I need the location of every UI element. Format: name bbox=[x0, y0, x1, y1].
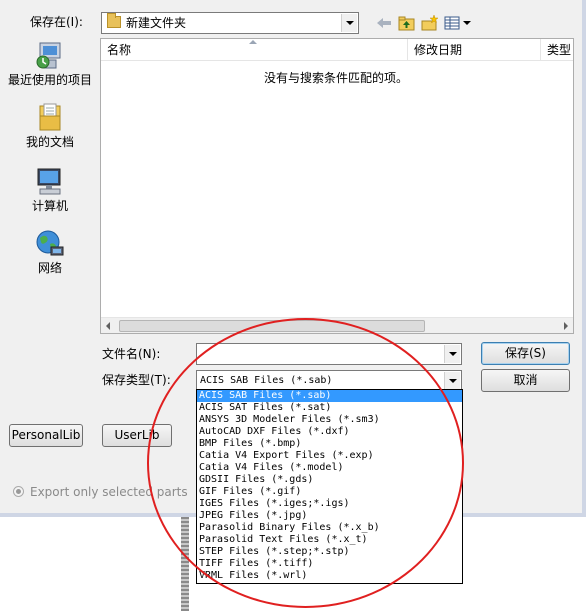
file-name-label: 文件名(N): bbox=[102, 347, 161, 361]
column-header-date[interactable]: 修改日期 bbox=[408, 39, 541, 61]
file-name-combo[interactable] bbox=[196, 343, 462, 365]
scroll-right-icon[interactable] bbox=[564, 322, 568, 330]
save-in-label: 保存在(I): bbox=[30, 15, 83, 29]
back-button[interactable] bbox=[374, 14, 394, 32]
dropdown-option[interactable]: Catia V4 Files (*.model) bbox=[197, 462, 462, 474]
dropdown-option[interactable]: ACIS SAB Files (*.sab) bbox=[197, 390, 462, 402]
dropdown-option[interactable]: Parasolid Text Files (*.x_t) bbox=[197, 534, 462, 546]
column-date-label: 修改日期 bbox=[414, 43, 463, 57]
chevron-down-icon[interactable] bbox=[444, 345, 460, 363]
save-in-combo[interactable]: 新建文件夹 bbox=[101, 12, 359, 34]
save-button[interactable]: 保存(S) bbox=[481, 342, 570, 365]
export-selected-radio[interactable] bbox=[13, 486, 24, 497]
dropdown-option[interactable]: ANSYS 3D Modeler Files (*.sm3) bbox=[197, 414, 462, 426]
sort-ascending-icon bbox=[249, 40, 257, 44]
column-name-label: 名称 bbox=[107, 43, 132, 57]
personal-lib-button[interactable]: PersonalLib bbox=[9, 424, 83, 447]
place-computer[interactable]: 计算机 bbox=[5, 166, 95, 213]
dropdown-option[interactable]: Catia V4 Export Files (*.exp) bbox=[197, 450, 462, 462]
up-folder-button[interactable] bbox=[397, 14, 417, 32]
dropdown-option[interactable]: GIF Files (*.gif) bbox=[197, 486, 462, 498]
dropdown-option[interactable]: AutoCAD DXF Files (*.dxf) bbox=[197, 426, 462, 438]
column-header-name[interactable]: 名称 bbox=[101, 39, 408, 61]
place-documents-label: 我的文档 bbox=[25, 135, 74, 149]
dropdown-option[interactable]: TIFF Files (*.tiff) bbox=[197, 558, 462, 570]
place-network[interactable]: 网络 bbox=[5, 228, 95, 275]
dropdown-option[interactable]: BMP Files (*.bmp) bbox=[197, 438, 462, 450]
place-documents[interactable]: 我的文档 bbox=[5, 102, 95, 149]
view-menu-icon bbox=[444, 16, 471, 30]
dropdown-option[interactable]: STEP Files (*.step;*.stp) bbox=[197, 546, 462, 558]
save-in-value: 新建文件夹 bbox=[126, 16, 187, 30]
file-type-dropdown-list[interactable]: ACIS SAB Files (*.sab) ACIS SAT Files (*… bbox=[196, 389, 463, 584]
network-icon bbox=[34, 228, 66, 260]
new-folder-icon bbox=[421, 14, 439, 31]
dialog-right-border bbox=[582, 0, 586, 517]
view-menu-button[interactable] bbox=[443, 14, 473, 32]
places-bar: 最近使用的项目 我的文档 计算机 网络 bbox=[5, 36, 95, 318]
column-type-label: 类型 bbox=[547, 43, 572, 57]
place-recent-items-label: 最近使用的项目 bbox=[7, 73, 92, 87]
dropdown-option[interactable]: ACIS SAT Files (*.sat) bbox=[197, 402, 462, 414]
dropdown-option[interactable]: GDSII Files (*.gds) bbox=[197, 474, 462, 486]
dropdown-option[interactable]: VRML Files (*.wrl) bbox=[197, 570, 462, 582]
documents-icon bbox=[34, 102, 66, 134]
back-arrow-icon bbox=[377, 18, 391, 28]
column-header-type[interactable]: 类型 bbox=[541, 39, 573, 61]
user-lib-button[interactable]: UserLib bbox=[102, 424, 172, 447]
recent-items-icon bbox=[34, 40, 66, 72]
export-selected-label: Export only selected parts bbox=[30, 485, 188, 499]
file-list-view[interactable]: 名称 修改日期 类型 没有与搜索条件匹配的项。 bbox=[100, 38, 574, 334]
chevron-down-icon[interactable] bbox=[444, 372, 460, 390]
dropdown-option[interactable]: JPEG Files (*.jpg) bbox=[197, 510, 462, 522]
place-recent-items[interactable]: 最近使用的项目 bbox=[5, 40, 95, 87]
scroll-left-icon[interactable] bbox=[106, 322, 110, 330]
empty-message: 没有与搜索条件匹配的项。 bbox=[264, 71, 409, 85]
scroll-thumb[interactable] bbox=[119, 320, 425, 332]
dropdown-option[interactable]: Parasolid Binary Files (*.x_b) bbox=[197, 522, 462, 534]
place-network-label: 网络 bbox=[37, 261, 62, 275]
background-strip bbox=[178, 517, 192, 611]
horizontal-scrollbar[interactable] bbox=[101, 317, 573, 333]
chevron-down-icon[interactable] bbox=[341, 14, 357, 32]
file-type-value: ACIS SAB Files (*.sab) bbox=[200, 375, 333, 386]
file-type-label: 保存类型(T): bbox=[102, 373, 171, 387]
up-folder-icon bbox=[398, 16, 415, 31]
folder-icon bbox=[107, 13, 121, 28]
dropdown-option[interactable]: IGES Files (*.iges;*.igs) bbox=[197, 498, 462, 510]
cancel-button[interactable]: 取消 bbox=[481, 369, 570, 392]
new-folder-button[interactable] bbox=[420, 14, 440, 32]
computer-icon bbox=[34, 166, 66, 198]
place-computer-label: 计算机 bbox=[31, 199, 68, 213]
